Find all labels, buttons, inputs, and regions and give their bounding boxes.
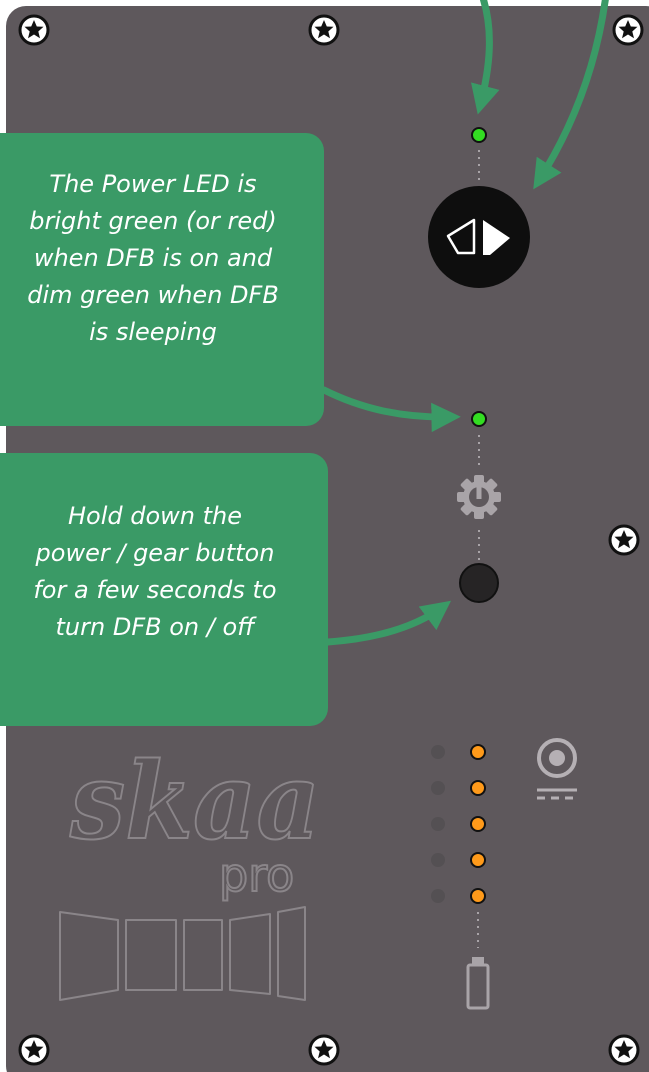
callout-line: power / gear button xyxy=(35,539,275,567)
callout-line: for a few seconds to xyxy=(33,576,277,604)
battery-led-ghost xyxy=(431,745,445,759)
power-led xyxy=(471,411,487,427)
callout-line: is sleeping xyxy=(89,318,217,346)
battery-led-ghost xyxy=(431,889,445,903)
screw-icon xyxy=(18,1034,50,1066)
battery-led xyxy=(470,780,486,796)
callout-line: Hold down the xyxy=(67,502,243,530)
battery-led xyxy=(470,888,486,904)
battery-led xyxy=(470,852,486,868)
callout-line: The Power LED is xyxy=(49,170,257,198)
battery-led-ghost xyxy=(431,853,445,867)
callout-line: bright green (or red) xyxy=(29,207,277,235)
power-button[interactable] xyxy=(459,563,499,603)
battery-led-ghost xyxy=(431,781,445,795)
battery-led xyxy=(470,744,486,760)
callout-line: turn DFB on / off xyxy=(55,613,255,641)
logo-text: skaa xyxy=(69,738,320,863)
screw-icon xyxy=(608,524,640,556)
screw-icon xyxy=(308,1034,340,1066)
power-gear-icon xyxy=(457,475,501,519)
screw-icon xyxy=(18,14,50,46)
callout-line: dim green when DFB xyxy=(27,281,279,309)
battery-led-ghost xyxy=(431,817,445,831)
callout-line: when DFB is on and xyxy=(33,244,273,272)
input-switch-button[interactable] xyxy=(428,186,530,288)
screw-icon xyxy=(612,14,644,46)
status-led xyxy=(471,127,487,143)
screw-icon xyxy=(608,1034,640,1066)
callout-power-led: The Power LED is bright green (or red) w… xyxy=(0,133,324,426)
screw-icon xyxy=(308,14,340,46)
callout-power-button: Hold down the power / gear button for a … xyxy=(0,453,328,726)
battery-led xyxy=(470,816,486,832)
logo-subtext: pro xyxy=(219,848,294,902)
